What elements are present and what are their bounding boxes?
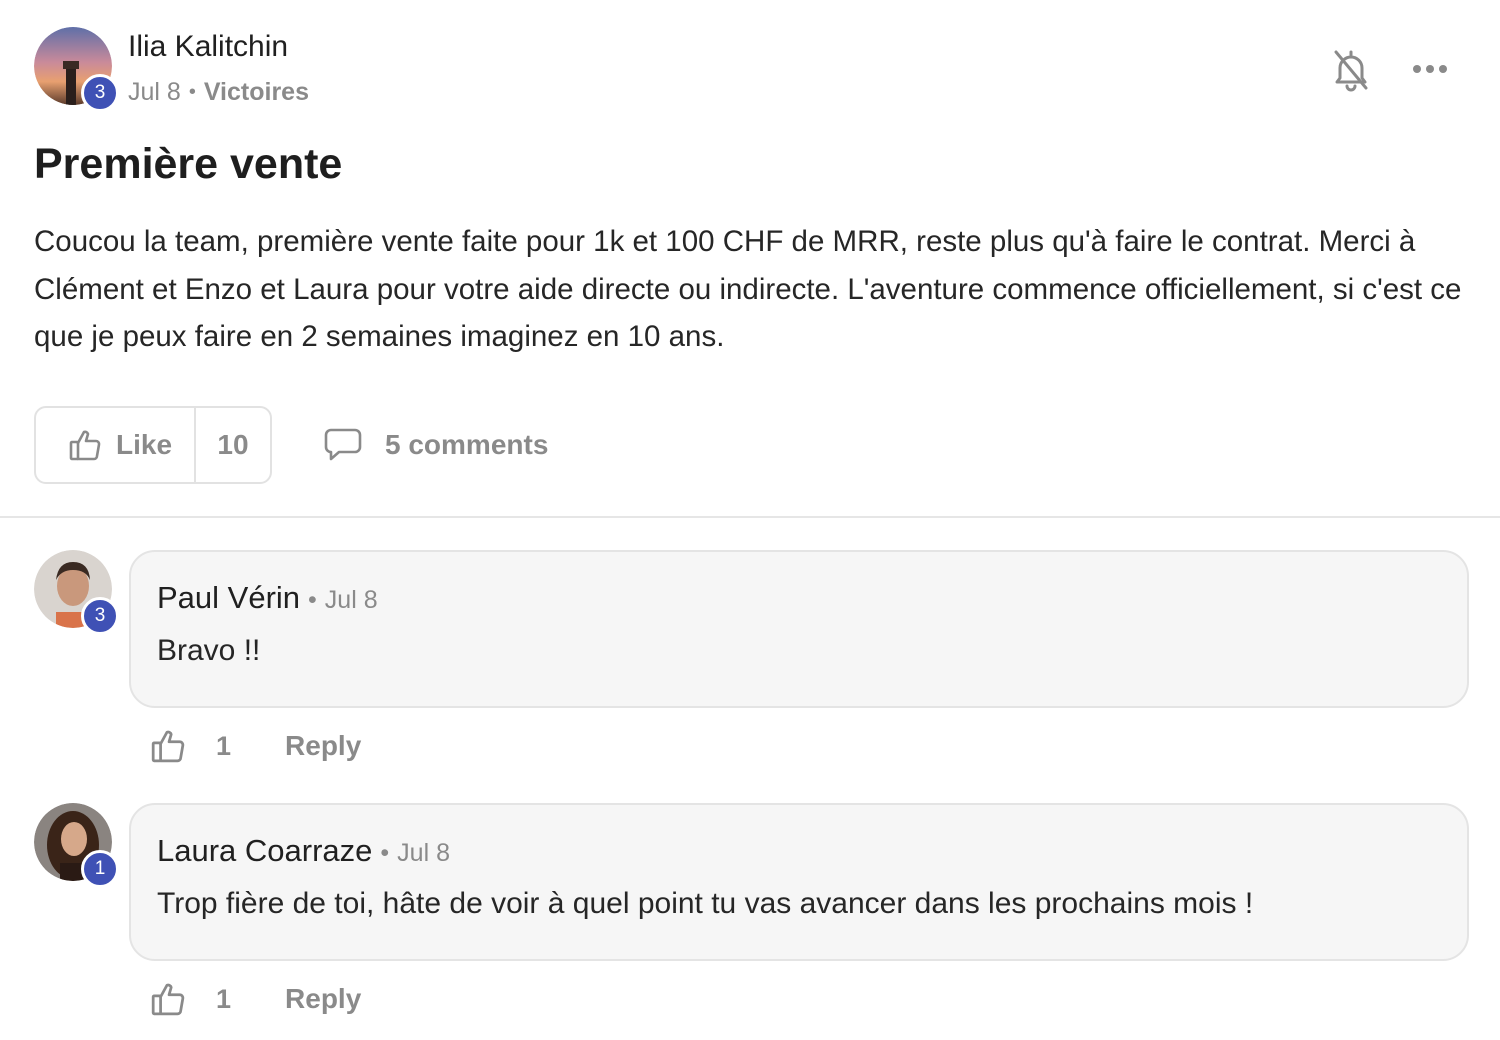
commenter-avatar[interactable]: 3 — [34, 550, 119, 635]
post-date[interactable]: Jul 8 — [128, 78, 181, 107]
comment-like-count: 1 — [216, 983, 232, 1014]
author-name[interactable]: Ilia Kalitchin — [128, 30, 288, 64]
comment-text: Trop fière de toi, hâte de voir à quel p… — [157, 887, 1254, 920]
comment-date: Jul 8 — [397, 839, 450, 867]
more-horizontal-icon[interactable] — [1412, 62, 1448, 81]
comment-actions: 1 Reply — [150, 979, 361, 1019]
level-badge: 1 — [81, 850, 119, 888]
level-badge: 3 — [81, 597, 119, 635]
comment-separator: • — [308, 586, 317, 614]
reply-button[interactable]: Reply — [285, 983, 361, 1015]
author-avatar[interactable]: 3 — [34, 27, 119, 112]
post-category[interactable]: Victoires — [204, 78, 309, 107]
post-card: 3 Ilia Kalitchin Jul 8 • Victoires Premi… — [0, 0, 1500, 1040]
thumbs-up-icon[interactable] — [150, 728, 186, 764]
like-button[interactable]: Like — [36, 408, 196, 482]
comment-text: Bravo !! — [157, 634, 261, 667]
bell-off-icon[interactable] — [1332, 48, 1370, 97]
like-label: Like — [116, 429, 173, 460]
comment-actions: 1 Reply — [150, 726, 361, 766]
speech-bubble-icon — [323, 427, 363, 463]
meta-separator: • — [188, 81, 196, 103]
comment-date: Jul 8 — [324, 586, 378, 614]
comment-bubble: Paul Vérin • Jul 8 Bravo !! — [129, 550, 1469, 708]
level-badge: 3 — [81, 74, 119, 112]
comment-like-count: 1 — [216, 730, 232, 761]
comment-separator: • — [380, 839, 390, 867]
comment-author[interactable]: Laura Coarraze — [157, 833, 372, 869]
like-count[interactable]: 10 — [196, 408, 270, 482]
comment-header: Laura Coarraze • Jul 8 — [157, 833, 450, 869]
comment-bubble: Laura Coarraze • Jul 8 Trop fière de toi… — [129, 803, 1469, 961]
comment-header: Paul Vérin • Jul 8 — [157, 580, 378, 616]
comments-link[interactable]: 5 comments — [323, 422, 548, 468]
comment-author[interactable]: Paul Vérin — [157, 580, 300, 616]
comments-count-label: 5 comments — [385, 429, 549, 460]
post-meta: Jul 8 • Victoires — [128, 78, 309, 107]
divider — [0, 516, 1500, 518]
reply-button[interactable]: Reply — [285, 730, 361, 762]
post-title: Première vente — [34, 140, 343, 188]
commenter-avatar[interactable]: 1 — [34, 803, 119, 888]
post-body: Coucou la team, première vente faite pou… — [34, 225, 1462, 353]
thumbs-up-icon[interactable] — [150, 981, 186, 1017]
thumbs-up-icon — [68, 428, 102, 462]
like-control: Like 10 — [34, 406, 272, 484]
